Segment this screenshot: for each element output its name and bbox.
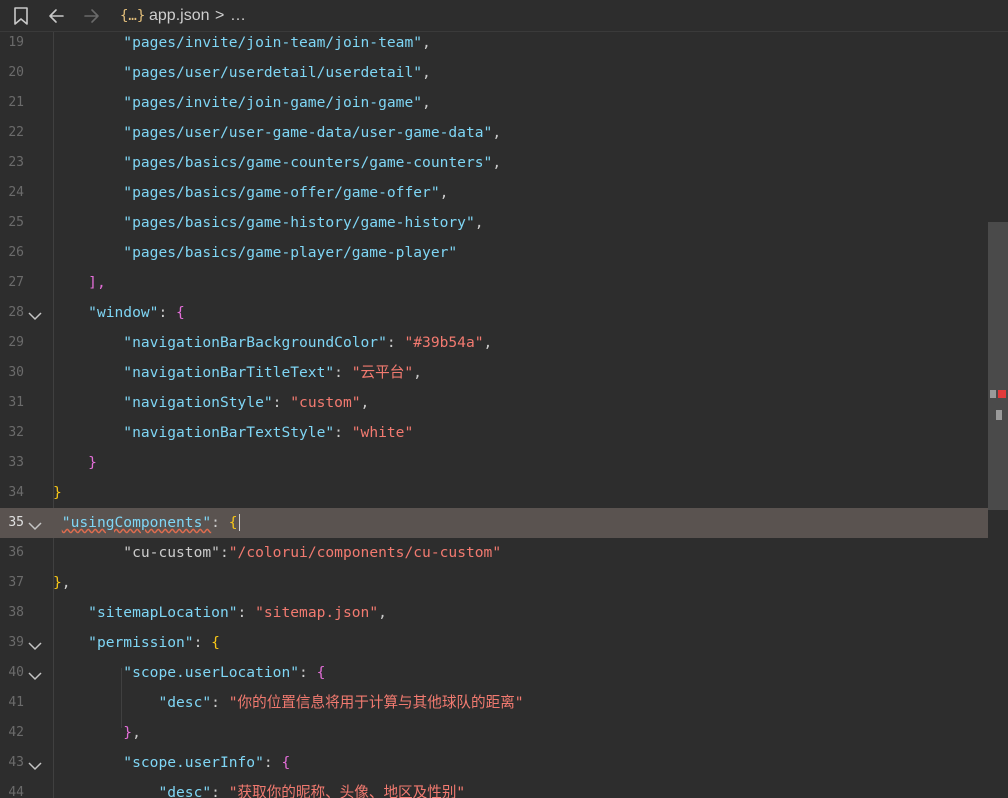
line-number: 39 — [8, 635, 24, 650]
line-number: 28 — [8, 305, 24, 320]
line-number: 20 — [8, 65, 24, 80]
line-number: 31 — [8, 395, 24, 410]
line-number: 26 — [8, 245, 24, 260]
code-line-active[interactable]: 35 "usingComponents": { — [0, 508, 988, 538]
code-line[interactable]: 25 "pages/basics/game-history/game-histo… — [0, 208, 988, 238]
code-line[interactable]: 29 "navigationBarBackgroundColor": "#39b… — [0, 328, 988, 358]
line-number: 40 — [8, 665, 24, 680]
scrollbar-marker — [996, 410, 1002, 420]
line-number: 21 — [8, 95, 24, 110]
line-number: 38 — [8, 605, 24, 620]
code-line[interactable]: 19 "pages/invite/join-team/join-team", — [0, 32, 988, 58]
line-number: 24 — [8, 185, 24, 200]
code-line[interactable]: 28 "window": { — [0, 298, 988, 328]
line-number: 41 — [8, 695, 24, 710]
code-line[interactable]: 41 "desc": "你的位置信息将用于计算与其他球队的距离" — [0, 688, 988, 718]
line-number: 44 — [8, 785, 24, 798]
code-line[interactable]: 30 "navigationBarTitleText": "云平台", — [0, 358, 988, 388]
fold-chevron-icon[interactable] — [28, 636, 42, 655]
line-number: 27 — [8, 275, 24, 290]
scrollbar-error-marker — [998, 390, 1006, 398]
code-line[interactable]: 20 "pages/user/userdetail/userdetail", — [0, 58, 988, 88]
line-number: 19 — [8, 35, 24, 50]
breadcrumb-separator: > — [215, 7, 225, 24]
code-line[interactable]: 40 "scope.userLocation": { — [0, 658, 988, 688]
code-line[interactable]: 44 "desc": "获取你的昵称、头像、地区及性别" — [0, 778, 988, 798]
breadcrumb-filename[interactable]: app.json — [149, 0, 210, 32]
line-number: 29 — [8, 335, 24, 350]
code-line[interactable]: 42 }, — [0, 718, 988, 748]
code-line[interactable]: 23 "pages/basics/game-counters/game-coun… — [0, 148, 988, 178]
line-number: 42 — [8, 725, 24, 740]
line-number: 34 — [8, 485, 24, 500]
code-line[interactable]: 27 ], — [0, 268, 988, 298]
lint-error-underline: "usingComponents" — [61, 514, 212, 531]
code-line[interactable]: 32 "navigationBarTextStyle": "white" — [0, 418, 988, 448]
line-number: 22 — [8, 125, 24, 140]
line-number: 37 — [8, 575, 24, 590]
back-arrow-icon[interactable] — [46, 6, 66, 30]
code-line[interactable]: 37 }, — [0, 568, 988, 598]
line-number: 35 — [8, 515, 24, 530]
fold-chevron-icon[interactable] — [28, 306, 42, 325]
code-line[interactable]: 33 } — [0, 448, 988, 478]
scrollbar-thumb[interactable] — [988, 222, 1008, 510]
line-number: 23 — [8, 155, 24, 170]
code-line[interactable]: 21 "pages/invite/join-game/join-game", — [0, 88, 988, 118]
code-line[interactable]: 26 "pages/basics/game-player/game-player… — [0, 238, 988, 268]
text-cursor — [238, 514, 240, 531]
forward-arrow-icon[interactable] — [82, 6, 102, 30]
bookmark-icon[interactable] — [12, 6, 30, 30]
code-line[interactable]: 24 "pages/basics/game-offer/game-offer", — [0, 178, 988, 208]
code-editor[interactable]: 19 "pages/invite/join-team/join-team", 2… — [0, 32, 988, 798]
code-line[interactable]: 39 "permission": { — [0, 628, 988, 658]
code-line[interactable]: 34 } — [0, 478, 988, 508]
code-line[interactable]: 22 "pages/user/user-game-data/user-game-… — [0, 118, 988, 148]
fold-chevron-icon[interactable] — [28, 756, 42, 775]
line-number: 43 — [8, 755, 24, 770]
line-number: 25 — [8, 215, 24, 230]
breadcrumb-bar: {…} app.json > … — [0, 0, 1008, 32]
code-line[interactable]: 31 "navigationStyle": "custom", — [0, 388, 988, 418]
code-line[interactable]: 43 "scope.userInfo": { — [0, 748, 988, 778]
line-number: 33 — [8, 455, 24, 470]
line-number: 36 — [8, 545, 24, 560]
breadcrumb-more[interactable]: … — [230, 0, 246, 32]
fold-chevron-icon[interactable] — [28, 666, 42, 685]
line-number: 30 — [8, 365, 24, 380]
json-file-icon: {…} — [120, 8, 146, 24]
fold-chevron-icon[interactable] — [28, 516, 42, 535]
vertical-scrollbar[interactable] — [988, 32, 1008, 798]
code-line[interactable]: 38 "sitemapLocation": "sitemap.json", — [0, 598, 988, 628]
code-line[interactable]: 36 "cu-custom":"/colorui/components/cu-c… — [0, 538, 988, 568]
line-number: 32 — [8, 425, 24, 440]
scrollbar-error-marker — [990, 390, 996, 398]
